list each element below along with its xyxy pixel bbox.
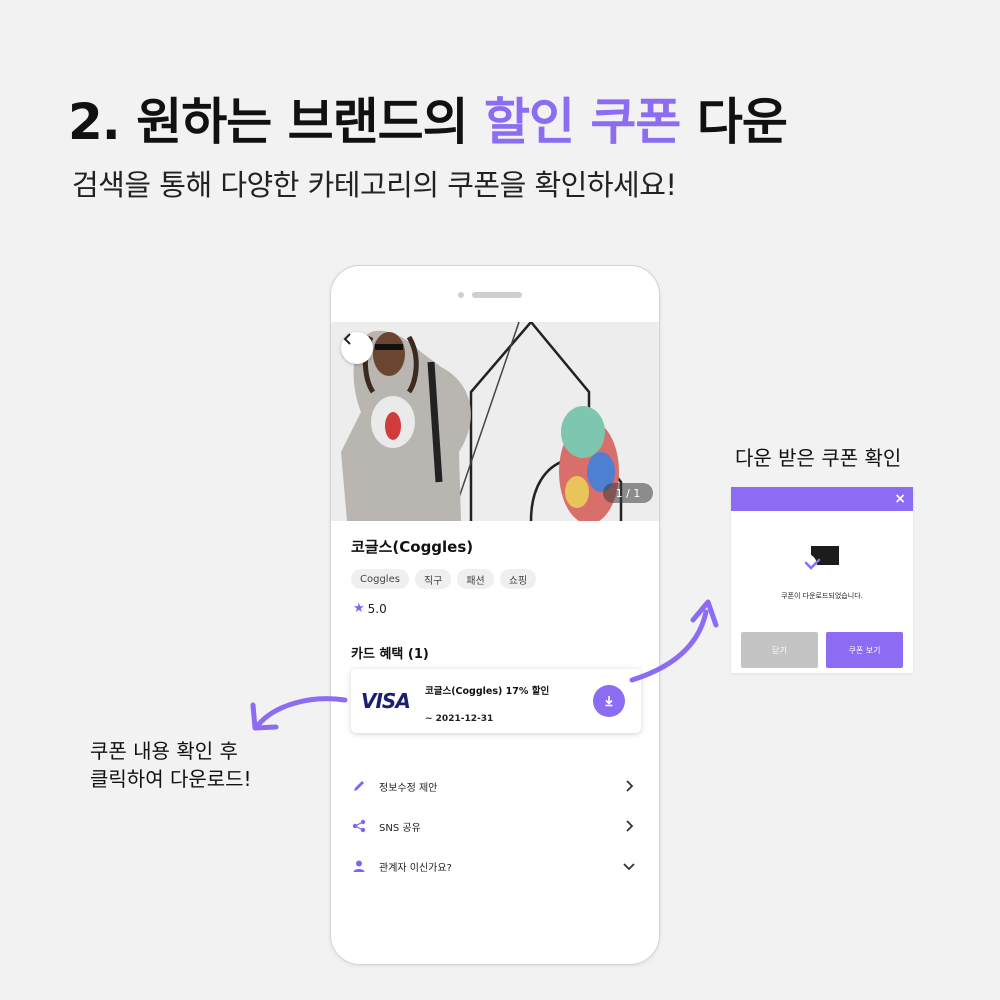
image-pager: 1 / 1 bbox=[603, 483, 653, 503]
page-headline: 2. 원하는 브랜드의 할인 쿠폰 다운 bbox=[68, 82, 788, 154]
menu-item-sns-share[interactable]: SNS 공유 bbox=[351, 806, 641, 846]
arrow-to-note-head bbox=[250, 702, 279, 731]
note-download-instructions: 쿠폰 내용 확인 후 클릭하여 다운로드! bbox=[90, 737, 252, 793]
tag-chip[interactable]: 패션 bbox=[457, 569, 494, 589]
download-icon bbox=[605, 696, 613, 707]
view-coupon-button[interactable]: 쿠폰 보기 bbox=[826, 632, 903, 668]
brand-tags: Coggles 직구 패션 쇼핑 bbox=[351, 569, 537, 589]
pencil-icon bbox=[351, 778, 367, 794]
tag-chip[interactable]: 직구 bbox=[414, 569, 452, 589]
headline-accent: 할인 쿠폰 bbox=[484, 93, 681, 151]
note-downloaded-coupon: 다운 받은 쿠폰 확인 bbox=[735, 446, 902, 470]
benefit-title: 코글스(Coggles) 17% 할인 bbox=[425, 686, 550, 697]
menu-label: 관계자 이신가요? bbox=[379, 862, 452, 874]
headline-prefix: 2. 원하는 브랜드의 bbox=[68, 93, 485, 151]
tag-chip[interactable]: Coggles bbox=[351, 569, 409, 589]
chevron-left-icon bbox=[343, 333, 351, 345]
dialog-header: × bbox=[731, 487, 913, 511]
arrow-to-dialog-head bbox=[690, 599, 719, 628]
share-icon bbox=[351, 818, 367, 834]
back-button[interactable] bbox=[341, 332, 373, 364]
dialog-close-button[interactable]: 닫기 bbox=[741, 632, 818, 668]
phone-speaker-slot bbox=[472, 292, 522, 298]
person-icon bbox=[351, 858, 367, 874]
dialog-message: 쿠폰이 다운로드되었습니다. bbox=[781, 592, 863, 600]
benefit-date: ~ 2021-12-31 bbox=[425, 714, 494, 724]
phone-camera bbox=[458, 292, 464, 298]
menu-label: SNS 공유 bbox=[379, 822, 421, 834]
headline-suffix: 다운 bbox=[680, 93, 788, 151]
coupon-check-icon bbox=[804, 546, 839, 570]
page-subline: 검색을 통해 다양한 카테고리의 쿠폰을 확인하세요! bbox=[72, 168, 677, 202]
phone-frame: 1 / 1 코글스(Coggles) Coggles 직구 패션 쇼핑 ★ 5.… bbox=[330, 265, 660, 965]
detail-menu: 정보수정 제안 SNS 공유 관계자 이신가요? bbox=[351, 766, 641, 886]
download-coupon-button[interactable] bbox=[593, 685, 625, 717]
note-line: 클릭하여 다운로드! bbox=[90, 767, 252, 791]
chevron-right-icon bbox=[626, 820, 634, 832]
tag-chip[interactable]: 쇼핑 bbox=[499, 569, 537, 589]
note-line: 쿠폰 내용 확인 후 bbox=[90, 739, 238, 763]
chevron-right-icon bbox=[626, 780, 634, 792]
card-benefits-title: 카드 혜택 (1) bbox=[351, 647, 429, 662]
phone-speaker bbox=[458, 292, 522, 298]
rating-value: 5.0 bbox=[367, 601, 387, 616]
close-icon[interactable]: × bbox=[894, 489, 906, 509]
menu-label: 정보수정 제안 bbox=[379, 782, 438, 794]
brand-hero-image: 1 / 1 bbox=[331, 322, 659, 521]
star-icon: ★ bbox=[353, 601, 365, 616]
brand-rating: ★ 5.0 bbox=[353, 601, 387, 616]
menu-item-edit-suggestion[interactable]: 정보수정 제안 bbox=[351, 766, 641, 806]
card-benefit-item[interactable]: VISA 코글스(Coggles) 17% 할인 ~ 2021-12-31 bbox=[351, 669, 641, 733]
chevron-down-icon bbox=[623, 863, 635, 871]
brand-name: 코글스(Coggles) bbox=[351, 538, 474, 556]
visa-logo: VISA bbox=[361, 689, 411, 713]
coupon-downloaded-dialog: × 쿠폰이 다운로드되었습니다. 닫기 쿠폰 보기 bbox=[731, 487, 913, 673]
menu-item-owner-inquiry[interactable]: 관계자 이신가요? bbox=[351, 846, 641, 886]
